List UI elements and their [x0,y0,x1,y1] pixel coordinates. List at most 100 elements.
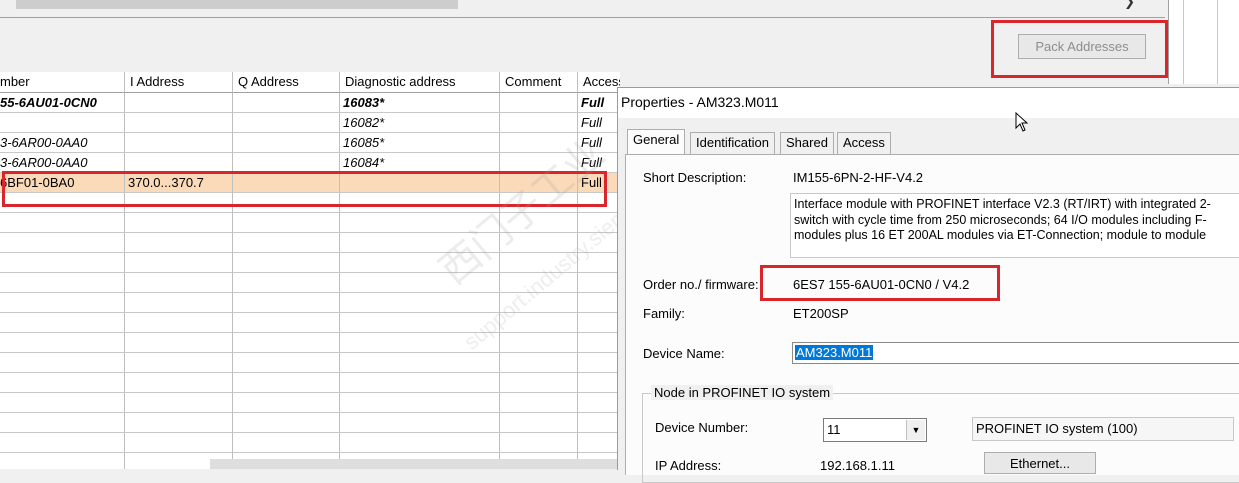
table-cell-q-address[interactable] [233,413,340,433]
table-cell-module[interactable] [0,293,125,313]
column-header-i-address[interactable]: I Address [125,72,233,93]
table-cell-q-address[interactable] [233,113,340,133]
table-cell-diagnostic-address[interactable]: 16082* [340,113,500,133]
table-cell-comment[interactable] [500,433,578,453]
table-cell-q-address[interactable] [233,313,340,333]
chevron-down-icon[interactable]: ▼ [906,420,925,440]
table-cell-access[interactable] [578,333,620,353]
table-cell-comment[interactable] [500,373,578,393]
table-row[interactable] [0,373,620,393]
ethernet-button[interactable]: Ethernet... [984,452,1096,474]
table-cell-access[interactable] [578,273,620,293]
column-header-access[interactable]: Access [578,72,620,93]
table-cell-q-address[interactable] [233,153,340,173]
column-header-diagnostic-address[interactable]: Diagnostic address [340,72,500,93]
table-cell-module[interactable]: 3-6AR00-0AA0 [0,153,125,173]
table-cell-access[interactable]: Full [578,93,620,113]
table-cell-i-address[interactable] [125,153,233,173]
table-cell-i-address[interactable] [125,213,233,233]
table-cell-module[interactable] [0,373,125,393]
table-cell-comment[interactable] [500,393,578,413]
table-cell-i-address[interactable] [125,393,233,413]
table-cell-comment[interactable] [500,413,578,433]
table-cell-access[interactable] [578,353,620,373]
table-cell-i-address[interactable] [125,93,233,113]
table-cell-q-address[interactable] [233,373,340,393]
table-cell-diagnostic-address[interactable] [340,373,500,393]
table-cell-i-address[interactable] [125,333,233,353]
table-cell-module[interactable] [0,413,125,433]
table-cell-diagnostic-address[interactable] [340,293,500,313]
table-cell-diagnostic-address[interactable]: 16083* [340,93,500,113]
table-cell-module[interactable] [0,393,125,413]
table-cell-module[interactable] [0,433,125,453]
table-cell-i-address[interactable] [125,293,233,313]
table-cell-module[interactable]: 3-6AR00-0AA0 [0,133,125,153]
device-name-input[interactable]: AM323.M011 [792,342,1239,364]
table-cell-q-address[interactable] [233,273,340,293]
table-cell-access[interactable] [578,313,620,333]
table-row[interactable]: 3-6AR00-0AA0 16085* Full [0,133,620,153]
table-cell-module[interactable] [0,113,125,133]
tab-access[interactable]: Access [837,132,891,154]
table-cell-comment[interactable] [500,333,578,353]
table-row[interactable] [0,413,620,433]
tab-general[interactable]: General [627,129,686,155]
table-row[interactable] [0,253,620,273]
table-cell-access[interactable] [578,373,620,393]
table-row[interactable] [0,313,620,333]
table-cell-i-address[interactable] [125,413,233,433]
table-cell-i-address[interactable] [125,353,233,373]
table-cell-q-address[interactable] [233,433,340,453]
table-cell-i-address[interactable] [125,273,233,293]
table-cell-q-address[interactable] [233,233,340,253]
table-cell-i-address[interactable] [125,233,233,253]
table-cell-q-address[interactable] [233,393,340,413]
table-cell-module[interactable] [0,453,125,469]
table-cell-diagnostic-address[interactable]: 16085* [340,133,500,153]
table-cell-i-address[interactable] [125,313,233,333]
table-row[interactable]: 55-6AU01-0CN0 16083* Full [0,93,620,113]
device-number-select[interactable]: 11 ▼ [823,418,927,442]
table-cell-access[interactable] [578,393,620,413]
table-cell-i-address[interactable] [125,133,233,153]
table-cell-i-address[interactable] [125,113,233,133]
table-cell-q-address[interactable] [233,253,340,273]
table-cell-i-address[interactable] [125,373,233,393]
table-cell-comment[interactable] [500,113,578,133]
table-cell-q-address[interactable] [233,133,340,153]
table-row[interactable] [0,393,620,413]
table-cell-q-address[interactable] [233,93,340,113]
table-row[interactable] [0,353,620,373]
table-cell-diagnostic-address[interactable]: 16084* [340,153,500,173]
table-cell-diagnostic-address[interactable] [340,433,500,453]
table-cell-q-address[interactable] [233,213,340,233]
table-cell-module[interactable] [0,273,125,293]
scrollbar-thumb[interactable] [16,0,458,9]
tab-identification[interactable]: Identification [690,132,775,154]
pack-addresses-button[interactable]: Pack Addresses [1018,34,1146,59]
table-cell-i-address[interactable] [125,253,233,273]
table-cell-access[interactable] [578,413,620,433]
table-row[interactable] [0,333,620,353]
table-cell-access[interactable] [578,293,620,313]
dialog-title-bar[interactable]: Properties - AM323.M011 [618,88,1239,118]
table-cell-comment[interactable] [500,353,578,373]
table-cell-access[interactable] [578,433,620,453]
table-cell-diagnostic-address[interactable] [340,353,500,373]
table-cell-module[interactable] [0,353,125,373]
table-cell-module[interactable] [0,233,125,253]
table-cell-comment[interactable] [500,93,578,113]
table-cell-module[interactable] [0,213,125,233]
table-cell-q-address[interactable] [233,333,340,353]
top-scrollbar[interactable]: ❯ [0,0,1165,18]
table-cell-i-address[interactable] [125,433,233,453]
column-header-module[interactable]: mber [0,72,125,93]
table-cell-module[interactable] [0,333,125,353]
table-row[interactable] [0,433,620,453]
table-cell-module[interactable]: 55-6AU01-0CN0 [0,93,125,113]
column-header-q-address[interactable]: Q Address [233,72,340,93]
table-cell-q-address[interactable] [233,293,340,313]
table-cell-module[interactable] [0,313,125,333]
tab-shared[interactable]: Shared [780,132,834,154]
